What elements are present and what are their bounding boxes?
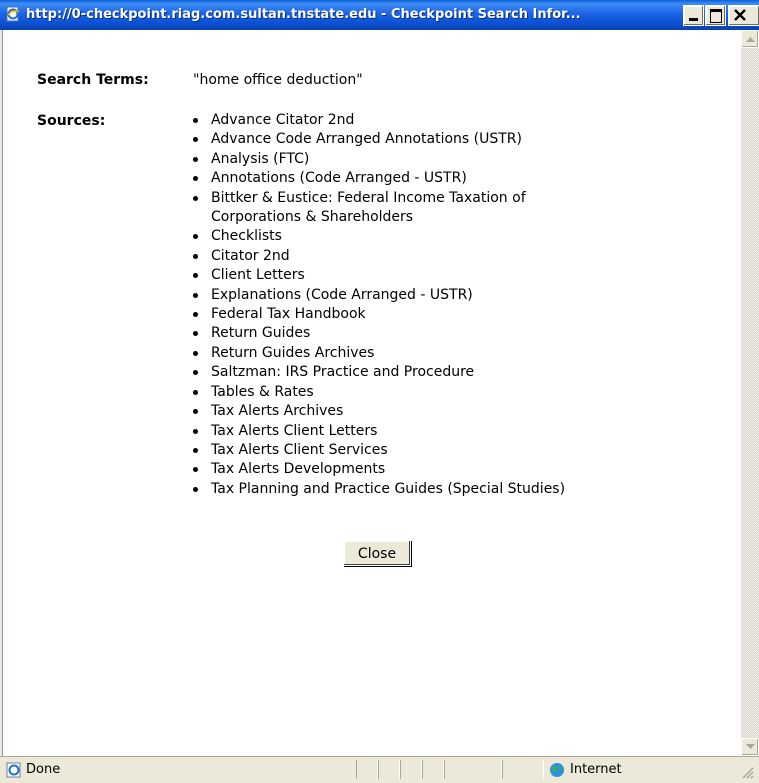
close-icon bbox=[734, 9, 746, 21]
list-item: Return Guides Archives bbox=[193, 344, 711, 363]
status-pane bbox=[378, 760, 400, 779]
list-item: Checklists bbox=[193, 227, 711, 246]
search-terms-label: Search Terms: bbox=[37, 72, 149, 88]
list-item: Client Letters bbox=[193, 266, 711, 285]
ie-page-icon bbox=[6, 762, 22, 778]
list-item: Saltzman: IRS Practice and Procedure bbox=[193, 363, 711, 382]
window-title: http://0-checkpoint.riag.com.sultan.tnst… bbox=[26, 7, 581, 22]
status-pane bbox=[356, 760, 378, 779]
status-pane bbox=[422, 760, 444, 779]
status-text: Done bbox=[26, 762, 61, 777]
list-item: Advance Citator 2nd bbox=[193, 111, 711, 130]
list-item: Tax Alerts Client Services bbox=[193, 441, 711, 460]
status-pane bbox=[444, 760, 502, 779]
vertical-scrollbar[interactable] bbox=[741, 30, 759, 756]
list-item: Tax Alerts Developments bbox=[193, 460, 711, 479]
list-item: Tax Planning and Practice Guides (Specia… bbox=[193, 480, 711, 499]
list-item: Citator 2nd bbox=[193, 247, 711, 266]
close-window-button[interactable] bbox=[728, 5, 759, 26]
security-zone-text: Internet bbox=[570, 762, 622, 777]
resize-grip-icon[interactable] bbox=[740, 765, 754, 783]
status-pane bbox=[502, 760, 544, 779]
list-item: Explanations (Code Arranged - USTR) bbox=[193, 286, 711, 305]
list-item: Tax Alerts Client Letters bbox=[193, 422, 711, 441]
minimize-button[interactable] bbox=[683, 5, 704, 26]
page-content: Search Terms: "home office deduction" So… bbox=[2, 30, 741, 756]
arrow-up-icon bbox=[746, 37, 755, 42]
minimize-icon bbox=[689, 18, 698, 21]
ie-page-icon bbox=[5, 6, 21, 22]
search-terms-value: "home office deduction" bbox=[193, 72, 363, 88]
list-item: Federal Tax Handbook bbox=[193, 305, 711, 324]
list-item: Tables & Rates bbox=[193, 383, 711, 402]
maximize-icon bbox=[710, 9, 722, 23]
internet-globe-icon bbox=[549, 762, 565, 778]
list-item: Analysis (FTC) bbox=[193, 150, 711, 169]
status-bar: Done Internet bbox=[0, 756, 759, 782]
sources-label: Sources: bbox=[37, 113, 106, 129]
list-item: Annotations (Code Arranged - USTR) bbox=[193, 169, 711, 188]
list-item: Return Guides bbox=[193, 324, 711, 343]
sources-list: Advance Citator 2nd Advance Code Arrange… bbox=[193, 111, 711, 499]
scroll-up-button[interactable] bbox=[741, 30, 759, 48]
arrow-down-icon bbox=[746, 744, 755, 749]
status-pane bbox=[400, 760, 422, 779]
maximize-button[interactable] bbox=[705, 5, 726, 26]
list-item: Bittker & Eustice: Federal Income Taxati… bbox=[193, 189, 611, 228]
list-item: Tax Alerts Archives bbox=[193, 402, 711, 421]
list-item: Advance Code Arranged Annotations (USTR) bbox=[193, 130, 711, 149]
scroll-down-button[interactable] bbox=[741, 738, 759, 756]
title-bar[interactable]: http://0-checkpoint.riag.com.sultan.tnst… bbox=[0, 0, 759, 30]
close-button[interactable]: Close bbox=[343, 540, 411, 566]
